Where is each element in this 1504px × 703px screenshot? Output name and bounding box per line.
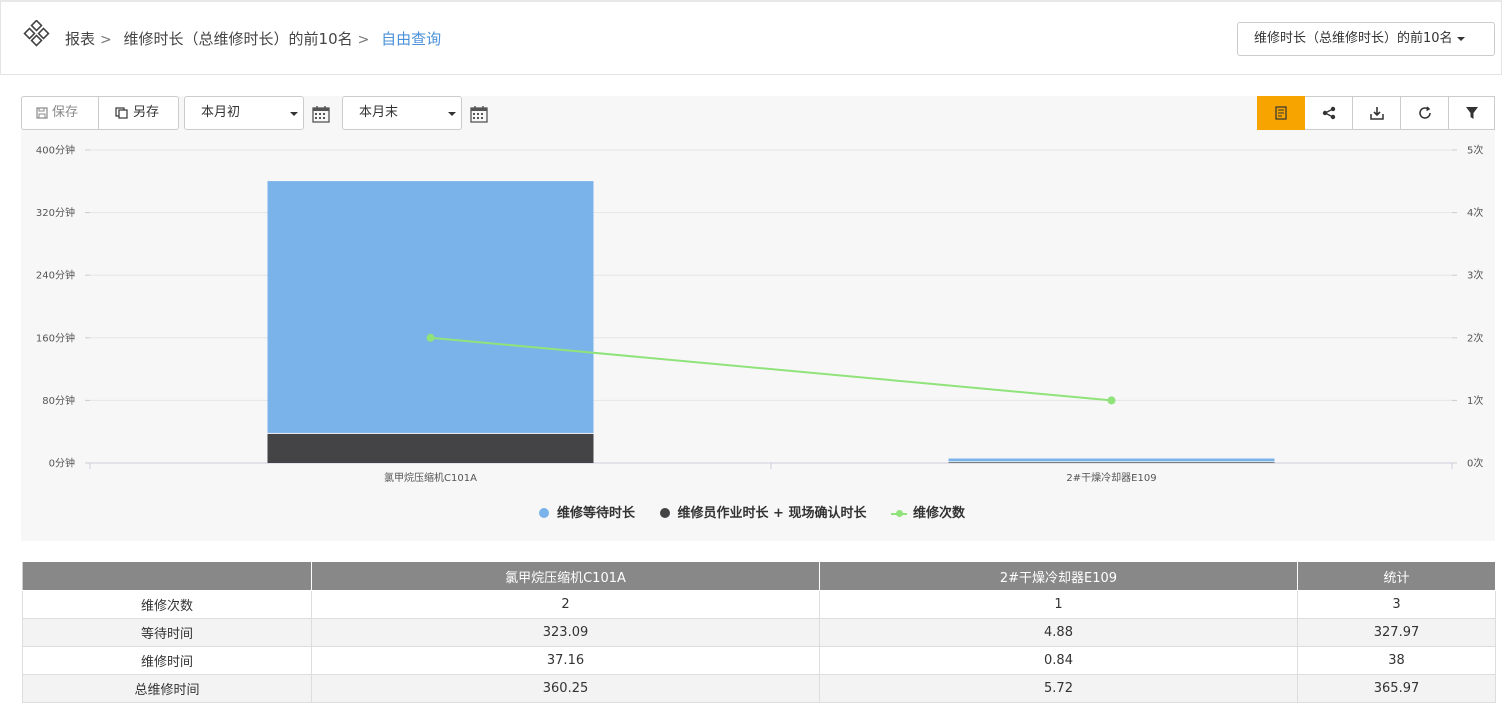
table-cell: 327.97 <box>1297 618 1496 647</box>
download-button[interactable] <box>1353 96 1401 130</box>
save-button[interactable]: 保存 <box>21 96 99 130</box>
bar-wait-time <box>267 181 594 433</box>
bar-work-time <box>267 433 594 463</box>
start-date-select[interactable]: 本月初 <box>184 96 304 130</box>
table-row: 等待时间 323.09 4.88 327.97 <box>22 618 1496 647</box>
breadcrumb-separator: > <box>357 32 370 48</box>
bar-wait-time <box>948 458 1275 462</box>
y-left-tick-label: 320分钟 <box>36 206 75 219</box>
legend-item-count[interactable]: 维修次数 <box>891 502 965 521</box>
legend-label: 维修员作业时长 + 现场确认时长 <box>677 506 867 521</box>
chevron-down-icon <box>290 112 298 116</box>
table-cell: 4.88 <box>819 618 1298 647</box>
table-cell: 38 <box>1297 646 1496 675</box>
y-right-tick-label: 3次 <box>1467 269 1483 282</box>
table-cell: 360.25 <box>311 674 820 703</box>
y-left-tick-label: 240分钟 <box>36 269 75 282</box>
table-cell: 2 <box>311 590 820 619</box>
chart-legend: 维修等待时长 维修员作业时长 + 现场确认时长 维修次数 <box>0 502 1504 521</box>
table-cell: 1 <box>819 590 1298 619</box>
count-point <box>426 333 435 342</box>
y-left-tick-label: 0分钟 <box>49 457 75 470</box>
y-right-tick-label: 0次 <box>1467 457 1483 470</box>
row-label: 维修次数 <box>22 590 312 619</box>
legend-item-wait[interactable]: 维修等待时长 <box>538 502 635 521</box>
legend-swatch <box>538 508 549 518</box>
legend-item-work[interactable]: 维修员作业时长 + 现场确认时长 <box>659 502 867 521</box>
table-row: 维修次数 2 1 3 <box>22 590 1496 619</box>
legend-swatch <box>891 509 907 517</box>
y-right-tick-label: 1次 <box>1467 394 1483 407</box>
legend-label: 维修等待时长 <box>556 506 635 521</box>
end-date-value: 本月末 <box>359 105 399 120</box>
breadcrumb-item-free-query: 自由查询 <box>381 30 442 48</box>
page-header: 报表 > 维修时长（总维修时长）的前10名 > 自由查询 维修时长（总维修时长）的前… <box>0 0 1502 75</box>
report-select-value: 维修时长（总维修时长）的前10名 <box>1254 31 1453 46</box>
summary-table: 氯甲烷压缩机C101A 2#干燥冷却器E109 统计 维修次数 2 1 3 等待… <box>22 561 1496 703</box>
filter-icon <box>1465 107 1478 119</box>
row-label: 总维修时间 <box>22 674 312 703</box>
chevron-down-icon <box>448 112 456 116</box>
row-label: 等待时间 <box>22 618 312 647</box>
start-date-value: 本月初 <box>201 105 241 120</box>
logo-icon <box>23 20 50 47</box>
report-icon <box>1275 106 1287 120</box>
save-as-icon <box>115 106 128 119</box>
table-cell: 37.16 <box>311 646 820 675</box>
x-tick-label: 2#干燥冷却器E109 <box>1066 471 1156 484</box>
table-header-row: 氯甲烷压缩机C101A 2#干燥冷却器E109 统计 <box>22 561 1496 591</box>
y-left-tick-label: 160分钟 <box>36 331 75 344</box>
table-cell: 365.97 <box>1297 674 1496 703</box>
download-icon <box>1369 107 1384 120</box>
bar-work-time <box>948 462 1275 463</box>
save-icon <box>36 106 48 119</box>
table-row: 总维修时间 360.25 5.72 365.97 <box>22 674 1496 703</box>
breadcrumb: 报表 > 维修时长（总维修时长）的前10名 > 自由查询 <box>65 28 441 49</box>
calendar-icon[interactable] <box>470 105 488 123</box>
y-right-tick-label: 2次 <box>1467 331 1483 344</box>
y-left-tick-label: 80分钟 <box>42 394 75 407</box>
save-as-button-label: 另存 <box>133 105 160 120</box>
filter-button[interactable] <box>1449 96 1495 130</box>
share-button[interactable] <box>1305 96 1353 130</box>
table-cell: 0.84 <box>819 646 1298 675</box>
breadcrumb-item-report[interactable]: 维修时长（总维修时长）的前10名 <box>124 30 353 48</box>
table-row: 维修时间 37.16 0.84 38 <box>22 646 1496 675</box>
refresh-icon <box>1418 106 1431 119</box>
column-header: 统计 <box>1297 561 1496 591</box>
save-as-button[interactable]: 另存 <box>98 96 179 130</box>
breadcrumb-item-reports[interactable]: 报表 <box>65 30 95 48</box>
table-cell: 5.72 <box>819 674 1298 703</box>
table-cell: 323.09 <box>311 618 820 647</box>
column-header <box>22 561 312 591</box>
y-right-tick-label: 4次 <box>1467 206 1483 219</box>
count-point <box>1107 396 1116 405</box>
y-left-tick-label: 400分钟 <box>36 144 75 157</box>
report-select[interactable]: 维修时长（总维修时长）的前10名 <box>1237 22 1495 56</box>
x-tick-label: 氯甲烷压缩机C101A <box>384 471 477 484</box>
refresh-button[interactable] <box>1401 96 1449 130</box>
column-header: 氯甲烷压缩机C101A <box>311 561 820 591</box>
chevron-down-icon <box>1456 36 1465 41</box>
calendar-icon[interactable] <box>312 105 330 123</box>
save-button-label: 保存 <box>52 105 79 120</box>
end-date-select[interactable]: 本月末 <box>342 96 462 130</box>
table-cell: 3 <box>1297 590 1496 619</box>
legend-swatch <box>659 508 670 518</box>
y-right-tick-label: 5次 <box>1467 144 1483 157</box>
report-view-button[interactable] <box>1257 96 1305 130</box>
breadcrumb-separator: > <box>100 32 112 48</box>
row-label: 维修时间 <box>22 646 312 675</box>
combo-chart: 0分钟 0次 80分钟 1次 160分钟 2次 240分钟 3次 320分钟 4次 400分钟 5次氯… <box>36 144 1483 485</box>
column-header: 2#干燥冷却器E109 <box>819 561 1298 591</box>
share-icon <box>1322 106 1335 120</box>
legend-label: 维修次数 <box>913 506 966 521</box>
